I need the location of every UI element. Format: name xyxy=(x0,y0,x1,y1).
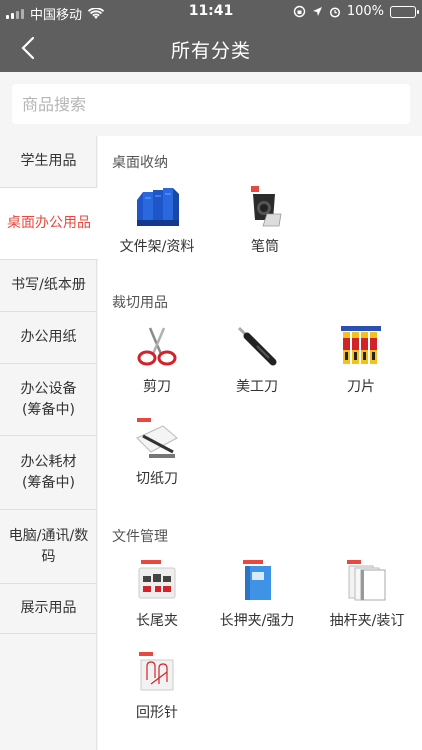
nav-bar: 所有分类 xyxy=(0,24,422,72)
category-sidebar: 学生用品 桌面办公用品 书写/纸本册 办公用纸 办公设备 (筹备中) 办公耗材 … xyxy=(0,136,98,750)
sidebar-item-label: 电脑/通讯/数码 xyxy=(8,527,89,565)
sidebar-item-label: 办公设备 (筹备中) xyxy=(20,380,77,418)
category-content: 桌面收纳 文件架/资料 笔筒 裁切用品 剪刀 美工刀 刀片 切纸刀 文件管理 长… xyxy=(98,136,422,750)
file-rack-icon xyxy=(133,182,181,230)
report-cover-icon xyxy=(343,556,391,604)
page-title: 所有分类 xyxy=(170,40,251,62)
product-scissors[interactable]: 剪刀 xyxy=(112,322,202,396)
sidebar-item-label: 展示用品 xyxy=(20,600,77,616)
product-utility-knife[interactable]: 美工刀 xyxy=(212,322,302,396)
product-blades[interactable]: 刀片 xyxy=(316,322,406,396)
sidebar-item-computer[interactable]: 电脑/通讯/数码 xyxy=(0,510,97,584)
sidebar-item-label: 桌面办公用品 xyxy=(7,215,91,231)
scissors-icon xyxy=(133,322,181,370)
product-label: 笔筒 xyxy=(251,239,279,255)
product-binder-clip[interactable]: 长尾夹 xyxy=(112,556,202,630)
sidebar-item-label: 办公用纸 xyxy=(20,329,77,345)
sidebar-item-display[interactable]: 展示用品 xyxy=(0,584,97,634)
product-label: 抽杆夹/装订 xyxy=(329,613,405,629)
product-paper-clip[interactable]: 回形针 xyxy=(112,648,202,722)
alarm-icon xyxy=(329,6,340,18)
product-label: 长押夹/强力 xyxy=(219,613,295,629)
sidebar-item-office-paper[interactable]: 办公用纸 xyxy=(0,312,97,364)
product-report-cover[interactable]: 抽杆夹/装订 xyxy=(322,556,412,630)
product-folder-clip[interactable]: 长押夹/强力 xyxy=(212,556,302,630)
orientation-lock-icon xyxy=(293,5,306,18)
pen-holder-icon xyxy=(241,182,289,230)
search-input[interactable] xyxy=(12,84,410,124)
product-file-rack[interactable]: 文件架/资料 xyxy=(112,182,202,256)
product-label: 刀片 xyxy=(347,379,375,395)
utility-knife-icon xyxy=(233,322,281,370)
binder-clip-icon xyxy=(133,556,181,604)
sidebar-item-label: 学生用品 xyxy=(20,153,77,169)
section-title: 桌面收纳 xyxy=(112,155,168,171)
sidebar-item-office-equipment[interactable]: 办公设备 (筹备中) xyxy=(0,364,97,436)
top-bar: 中国移动 11:41 100% 所有分类 xyxy=(0,0,422,72)
sidebar-item-label: 办公耗材 (筹备中) xyxy=(20,453,77,491)
product-label: 美工刀 xyxy=(236,379,278,395)
product-label: 剪刀 xyxy=(143,379,171,395)
location-icon xyxy=(312,7,322,16)
product-label: 文件架/资料 xyxy=(119,239,195,255)
paper-clip-icon xyxy=(133,648,181,696)
status-right: 100% xyxy=(293,4,419,19)
section-title: 裁切用品 xyxy=(112,295,168,311)
blades-icon xyxy=(337,322,385,370)
battery-percent: 100% xyxy=(346,4,384,19)
product-paper-cutter[interactable]: 切纸刀 xyxy=(112,414,202,488)
product-label: 长尾夹 xyxy=(136,613,178,629)
section-title: 文件管理 xyxy=(112,529,168,545)
sidebar-item-desk-office[interactable]: 桌面办公用品 xyxy=(0,188,98,260)
search-bar xyxy=(0,72,422,136)
product-label: 回形针 xyxy=(136,705,178,721)
folder-clip-icon xyxy=(233,556,281,604)
status-bar: 中国移动 11:41 100% xyxy=(0,0,422,24)
battery-icon xyxy=(390,5,419,18)
sidebar-item-student[interactable]: 学生用品 xyxy=(0,136,97,188)
sidebar-item-writing[interactable]: 书写/纸本册 xyxy=(0,260,97,312)
product-label: 切纸刀 xyxy=(136,471,178,487)
product-pen-holder[interactable]: 笔筒 xyxy=(220,182,310,256)
sidebar-item-office-consumables[interactable]: 办公耗材 (筹备中) xyxy=(0,436,97,510)
paper-cutter-icon xyxy=(133,414,181,462)
sidebar-item-label: 书写/纸本册 xyxy=(11,277,86,293)
